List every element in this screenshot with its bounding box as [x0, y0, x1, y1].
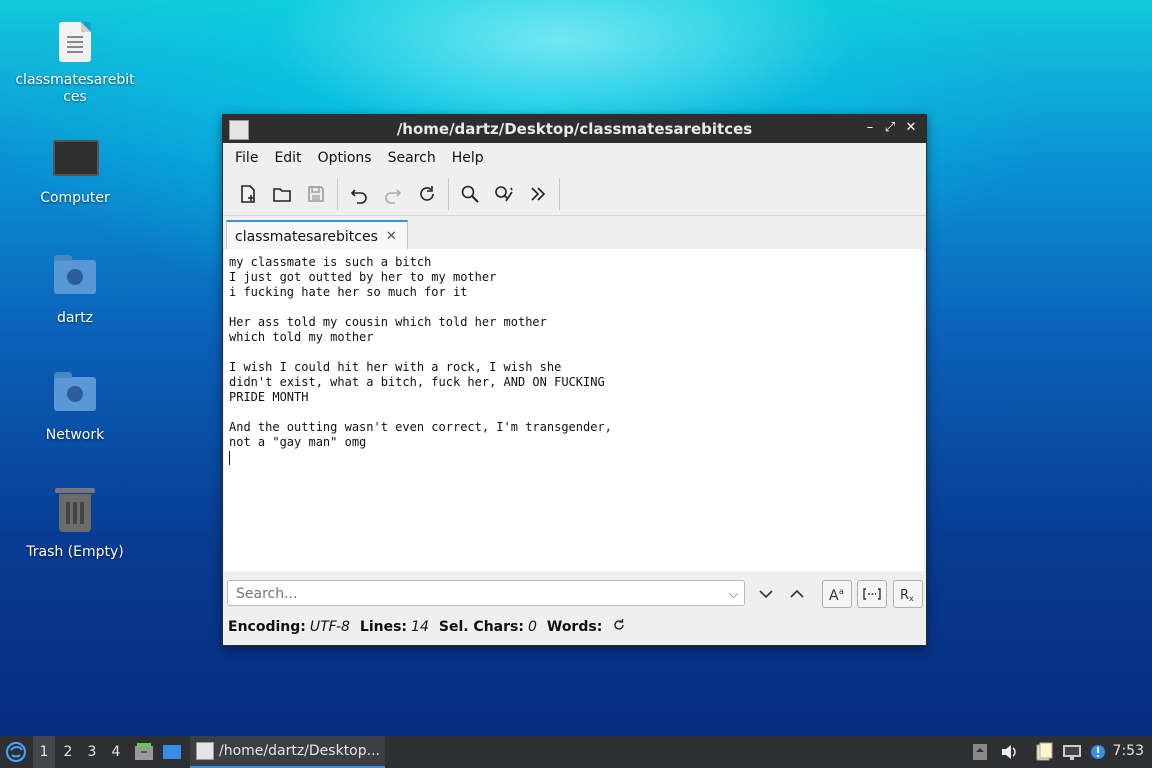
redo-icon[interactable]	[376, 177, 410, 211]
whole-word-icon	[863, 588, 881, 600]
close-button[interactable]: ✕	[902, 119, 920, 137]
new-file-icon[interactable]	[231, 177, 265, 211]
sel-chars-value: 0	[527, 619, 537, 635]
tab-classmatesarebitces[interactable]: classmatesarebitces ✕	[226, 220, 408, 251]
text-document-icon	[53, 22, 97, 66]
editor-app-icon	[196, 742, 214, 760]
svg-text:x: x	[909, 594, 914, 602]
search-history-dropdown-icon[interactable]: ⌵	[729, 581, 738, 607]
text-editor-area[interactable]: my classmate is such a bitch I just got …	[224, 249, 924, 571]
menu-options[interactable]: Options	[310, 150, 380, 166]
desktop-icon-label: Computer	[40, 190, 110, 206]
chevron-up-icon	[790, 589, 804, 598]
reload-icon[interactable]	[410, 177, 444, 211]
menu-edit[interactable]: Edit	[266, 150, 309, 166]
status-bar: Encoding: UTF-8 Lines: 14 Sel. Chars: 0 …	[228, 618, 626, 636]
encoding-label: Encoding:	[228, 619, 306, 635]
toolbar-separator	[337, 178, 338, 210]
taskbar: 1 2 3 4 /home/dartz/Desktop... 7:53	[0, 736, 1152, 768]
editor-window: /home/dartz/Desktop/classmatesarebitces …	[222, 114, 927, 646]
network-folder-icon	[53, 372, 97, 421]
svg-text:a: a	[839, 587, 844, 596]
editor-text: my classmate is such a bitch I just got …	[229, 255, 612, 449]
desktop-icon	[163, 745, 181, 759]
open-folder-icon[interactable]	[265, 177, 299, 211]
distro-logo-icon	[6, 742, 26, 762]
search-field[interactable]: ⌵	[227, 580, 745, 606]
toolbar-separator	[448, 178, 449, 210]
volume-icon[interactable]	[1000, 736, 1018, 768]
window-title: /home/dartz/Desktop/classmatesarebitces	[396, 120, 753, 138]
find-previous-button[interactable]	[783, 580, 811, 608]
computer-icon	[53, 140, 99, 184]
chevron-down-icon	[759, 590, 773, 599]
file-manager-launcher[interactable]	[134, 736, 154, 768]
regex-icon: Rx	[900, 588, 914, 602]
minimize-button[interactable]: –	[861, 119, 879, 137]
maximize-button[interactable]: ⤢	[881, 119, 899, 137]
desktop-icon-label: Trash (Empty)	[26, 544, 124, 560]
toolbar	[223, 173, 926, 216]
lines-value: 14	[411, 619, 429, 635]
desktop-icon-label: classmatesarebitces	[15, 72, 135, 105]
search-bar: ⌵ Aa Rx	[227, 580, 923, 610]
workspace-4[interactable]: 4	[105, 736, 127, 768]
tray-eject-icon[interactable]	[972, 736, 988, 768]
desktop-icon-computer[interactable]: Computer	[15, 140, 135, 207]
workspace-1[interactable]: 1	[33, 736, 55, 768]
menu-file[interactable]: File	[227, 150, 266, 166]
taskbar-window-button[interactable]: /home/dartz/Desktop...	[190, 736, 385, 768]
taskbar-window-label: /home/dartz/Desktop...	[219, 743, 380, 759]
search-input[interactable]	[234, 585, 718, 603]
desktop-icon-file[interactable]: classmatesarebitces	[15, 22, 135, 106]
menu-help[interactable]: Help	[444, 150, 492, 166]
toolbar-separator	[559, 178, 560, 210]
sel-chars-label: Sel. Chars:	[438, 619, 524, 635]
home-folder-icon	[53, 255, 97, 304]
show-desktop-button[interactable]	[162, 736, 182, 768]
tab-bar: classmatesarebitces ✕	[223, 216, 926, 251]
menu-bar: File Edit Options Search Help	[223, 143, 926, 173]
menu-search[interactable]: Search	[380, 150, 444, 166]
desktop-icon-label: dartz	[56, 310, 94, 326]
desktop-icon-label: Network	[45, 427, 105, 443]
more-icon[interactable]	[521, 177, 555, 211]
workspace-3[interactable]: 3	[81, 736, 103, 768]
find-icon[interactable]	[453, 177, 487, 211]
regex-button[interactable]: Rx	[893, 580, 923, 608]
window-titlebar[interactable]: /home/dartz/Desktop/classmatesarebitces …	[223, 115, 926, 143]
encoding-value: UTF-8	[309, 619, 350, 635]
desktop-icon-trash[interactable]: Trash (Empty)	[15, 488, 135, 561]
trash-icon	[53, 488, 97, 538]
whole-word-button[interactable]	[857, 580, 887, 608]
workspace-2[interactable]: 2	[57, 736, 79, 768]
match-case-button[interactable]: Aa	[822, 580, 852, 608]
tab-label: classmatesarebitces	[235, 228, 378, 245]
tab-close-icon[interactable]: ✕	[386, 229, 397, 244]
svg-text:R: R	[900, 588, 909, 602]
notifications-icon[interactable]	[1090, 736, 1106, 768]
save-icon[interactable]	[299, 177, 333, 211]
desktop-icon-home[interactable]: dartz	[15, 255, 135, 327]
network-icon[interactable]	[1062, 736, 1082, 768]
word-count-refresh-icon[interactable]	[612, 618, 626, 636]
start-menu-button[interactable]	[5, 736, 27, 768]
clipboard-icon[interactable]	[1034, 736, 1054, 768]
clock[interactable]: 7:53	[1113, 743, 1144, 759]
find-next-button[interactable]	[752, 580, 780, 608]
replace-icon[interactable]	[487, 177, 521, 211]
text-cursor	[229, 450, 230, 465]
lines-label: Lines:	[359, 619, 408, 635]
file-cabinet-icon	[135, 743, 153, 760]
words-label: Words:	[546, 619, 603, 635]
match-case-icon: Aa	[829, 587, 844, 602]
undo-icon[interactable]	[342, 177, 376, 211]
desktop-icon-network[interactable]: Network	[15, 372, 135, 444]
svg-text:A: A	[829, 588, 839, 602]
